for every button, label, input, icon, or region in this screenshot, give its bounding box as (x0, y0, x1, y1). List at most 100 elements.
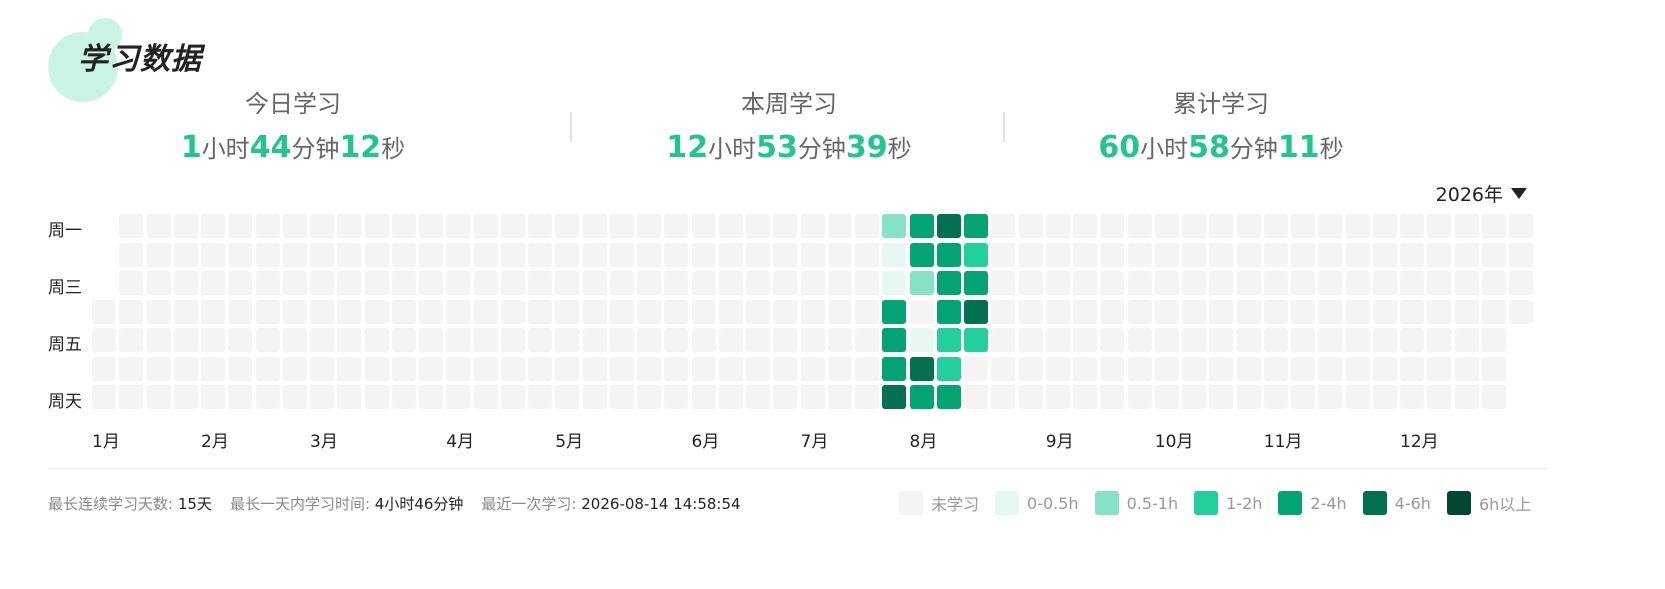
heatmap-cell[interactable] (555, 242, 580, 267)
heatmap-cell[interactable] (1481, 356, 1506, 381)
heatmap-cell[interactable] (1045, 242, 1070, 267)
heatmap-cell[interactable] (1073, 328, 1097, 352)
heatmap-cell[interactable] (936, 328, 961, 352)
heatmap-cell[interactable] (500, 356, 525, 381)
heatmap-cell[interactable] (909, 214, 934, 238)
heatmap-cell[interactable] (92, 299, 116, 324)
heatmap-cell[interactable] (800, 214, 825, 238)
heatmap-cell[interactable] (827, 271, 852, 295)
heatmap-cell[interactable] (391, 271, 416, 295)
heatmap-cell[interactable] (691, 271, 716, 295)
heatmap-cell[interactable] (1318, 214, 1343, 238)
heatmap-cell[interactable] (364, 328, 389, 352)
heatmap-cell[interactable] (1345, 242, 1370, 267)
heatmap-cell[interactable] (282, 328, 307, 352)
heatmap-cell[interactable] (1100, 385, 1125, 409)
heatmap-cell[interactable] (201, 328, 225, 352)
heatmap-cell[interactable] (555, 271, 580, 295)
heatmap-cell[interactable] (991, 242, 1016, 267)
heatmap-cell[interactable] (391, 356, 416, 381)
heatmap-cell[interactable] (1209, 242, 1234, 267)
heatmap-cell[interactable] (909, 356, 934, 381)
heatmap-cell[interactable] (964, 385, 988, 409)
heatmap-cell[interactable] (1481, 385, 1506, 409)
heatmap-cell[interactable] (1263, 271, 1288, 295)
heatmap-cell[interactable] (119, 271, 144, 295)
heatmap-cell[interactable] (1400, 385, 1424, 409)
heatmap-cell[interactable] (500, 242, 525, 267)
heatmap-cell[interactable] (936, 385, 961, 409)
heatmap-cell[interactable] (827, 242, 852, 267)
heatmap-cell[interactable] (1018, 385, 1043, 409)
heatmap-cell[interactable] (1400, 328, 1424, 352)
heatmap-cell[interactable] (1372, 385, 1397, 409)
heatmap-cell[interactable] (800, 271, 825, 295)
heatmap-cell[interactable] (1454, 328, 1479, 352)
heatmap-cell[interactable] (1045, 271, 1070, 295)
heatmap-cell[interactable] (1182, 214, 1206, 238)
heatmap-cell[interactable] (500, 214, 525, 238)
heatmap-cell[interactable] (1345, 356, 1370, 381)
heatmap-cell[interactable] (255, 242, 280, 267)
heatmap-cell[interactable] (255, 271, 280, 295)
heatmap-cell[interactable] (201, 356, 225, 381)
heatmap-cell[interactable] (201, 385, 225, 409)
heatmap-cell[interactable] (637, 328, 661, 352)
heatmap-cell[interactable] (1481, 271, 1506, 295)
heatmap-cell[interactable] (364, 299, 389, 324)
heatmap-cell[interactable] (173, 271, 198, 295)
heatmap-cell[interactable] (173, 328, 198, 352)
heatmap-cell[interactable] (555, 214, 580, 238)
heatmap-cell[interactable] (664, 328, 689, 352)
heatmap-cell[interactable] (800, 242, 825, 267)
heatmap-cell[interactable] (1127, 356, 1152, 381)
heatmap-cell[interactable] (446, 328, 471, 352)
heatmap-cell[interactable] (746, 328, 770, 352)
heatmap-cell[interactable] (255, 328, 280, 352)
heatmap-cell[interactable] (1018, 214, 1043, 238)
heatmap-cell[interactable] (1236, 328, 1261, 352)
heatmap-cell[interactable] (664, 299, 689, 324)
heatmap-cell[interactable] (446, 299, 471, 324)
heatmap-cell[interactable] (282, 299, 307, 324)
heatmap-cell[interactable] (827, 299, 852, 324)
heatmap-cell[interactable] (1481, 242, 1506, 267)
heatmap-cell[interactable] (310, 385, 334, 409)
heatmap-cell[interactable] (582, 385, 607, 409)
heatmap-cell[interactable] (446, 271, 471, 295)
heatmap-cell[interactable] (1454, 356, 1479, 381)
heatmap-cell[interactable] (282, 214, 307, 238)
heatmap-cell[interactable] (337, 299, 362, 324)
heatmap-cell[interactable] (909, 242, 934, 267)
heatmap-cell[interactable] (609, 242, 634, 267)
heatmap-cell[interactable] (664, 271, 689, 295)
heatmap-cell[interactable] (1182, 299, 1206, 324)
heatmap-cell[interactable] (855, 356, 879, 381)
heatmap-cell[interactable] (718, 214, 743, 238)
heatmap-cell[interactable] (718, 271, 743, 295)
heatmap-cell[interactable] (1073, 214, 1097, 238)
heatmap-cell[interactable] (1318, 271, 1343, 295)
heatmap-cell[interactable] (528, 356, 552, 381)
heatmap-cell[interactable] (582, 356, 607, 381)
heatmap-cell[interactable] (119, 385, 144, 409)
heatmap-cell[interactable] (909, 328, 934, 352)
heatmap-cell[interactable] (201, 242, 225, 267)
heatmap-cell[interactable] (1509, 271, 1533, 295)
heatmap-cell[interactable] (1073, 385, 1097, 409)
heatmap-cell[interactable] (146, 299, 171, 324)
heatmap-cell[interactable] (1209, 299, 1234, 324)
heatmap-cell[interactable] (228, 242, 253, 267)
heatmap-cell[interactable] (1427, 214, 1452, 238)
heatmap-cell[interactable] (882, 356, 907, 381)
heatmap-cell[interactable] (746, 299, 770, 324)
heatmap-cell[interactable] (282, 385, 307, 409)
heatmap-cell[interactable] (1018, 356, 1043, 381)
heatmap-cell[interactable] (1291, 271, 1315, 295)
heatmap-cell[interactable] (1509, 299, 1533, 324)
heatmap-cell[interactable] (609, 214, 634, 238)
heatmap-cell[interactable] (882, 299, 907, 324)
heatmap-cell[interactable] (1073, 356, 1097, 381)
heatmap-cell[interactable] (337, 385, 362, 409)
heatmap-cell[interactable] (173, 385, 198, 409)
